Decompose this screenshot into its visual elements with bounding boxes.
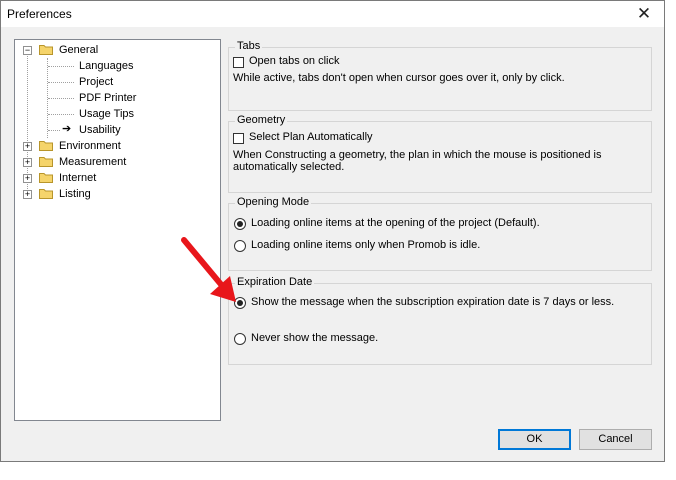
group-legend: Expiration Date (235, 276, 315, 288)
folder-icon (39, 189, 53, 199)
tree-label: General (59, 44, 99, 56)
window-title: Preferences (7, 7, 72, 21)
group-description: While active, tabs don't open when curso… (233, 72, 565, 84)
radio-label[interactable]: Loading online items at the opening of t… (251, 217, 540, 229)
group-description: When Constructing a geometry, the plan i… (233, 149, 602, 161)
selected-arrow-icon: ➔ (62, 123, 72, 135)
ok-button[interactable]: OK (498, 429, 571, 450)
group-legend: Tabs (235, 40, 263, 52)
folder-icon (39, 157, 53, 167)
tree-label: Listing (59, 188, 91, 200)
tree-label: Usage Tips (79, 108, 135, 120)
preferences-tree[interactable]: − General Languages Project PDF Printer … (14, 39, 221, 421)
expiration-date-group: Expiration Date Show the message when th… (228, 276, 652, 365)
opening-default-radio[interactable] (234, 218, 246, 230)
tree-label: Project (79, 76, 114, 88)
checkbox-label[interactable]: Open tabs on click (249, 55, 340, 67)
expand-icon[interactable]: + (23, 174, 32, 183)
collapse-icon[interactable]: − (23, 46, 32, 55)
geometry-group: Geometry Select Plan Automatically When … (228, 114, 652, 193)
open-tabs-checkbox[interactable] (233, 57, 244, 68)
group-legend: Geometry (235, 114, 288, 126)
folder-open-icon (39, 45, 53, 55)
tree-label: Measurement (59, 156, 127, 168)
tabs-group: Tabs Open tabs on click While active, ta… (228, 40, 652, 111)
tree-label: Usability (79, 124, 121, 136)
tree-label: Internet (59, 172, 97, 184)
radio-label[interactable]: Never show the message. (251, 332, 378, 344)
group-description: automatically selected. (233, 161, 345, 173)
preferences-dialog: Preferences ✕ − General Languages Projec… (0, 0, 665, 462)
opening-mode-group: Opening Mode Loading online items at the… (228, 196, 652, 271)
radio-label[interactable]: Loading online items only when Promob is… (251, 239, 480, 251)
folder-icon (39, 141, 53, 151)
expand-icon[interactable]: + (23, 158, 32, 167)
tree-label: PDF Printer (79, 92, 137, 104)
tree-label: Environment (59, 140, 121, 152)
tree-label: Languages (79, 60, 134, 72)
folder-icon (39, 173, 53, 183)
expand-icon[interactable]: + (23, 142, 32, 151)
title-bar: Preferences ✕ (1, 1, 664, 27)
never-show-radio[interactable] (234, 333, 246, 345)
cancel-button[interactable]: Cancel (579, 429, 652, 450)
expand-icon[interactable]: + (23, 190, 32, 199)
close-icon[interactable]: ✕ (630, 3, 658, 25)
radio-label[interactable]: Show the message when the subscription e… (251, 296, 614, 308)
checkbox-label[interactable]: Select Plan Automatically (249, 131, 373, 143)
annotation-arrow-icon (181, 237, 236, 302)
select-plan-checkbox[interactable] (233, 133, 244, 144)
group-legend: Opening Mode (235, 196, 312, 208)
